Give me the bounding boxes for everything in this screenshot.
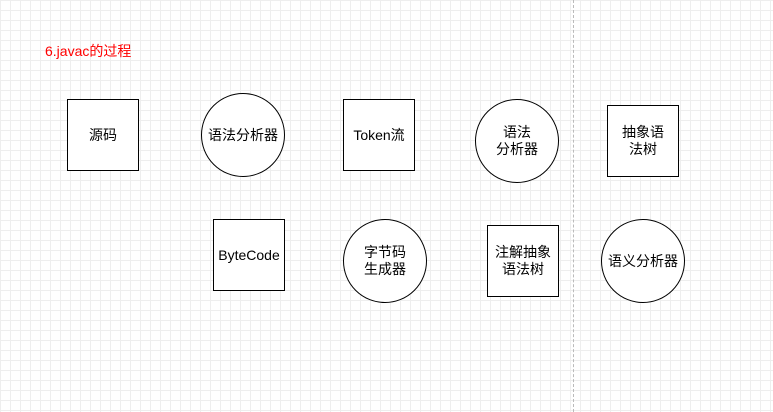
node-label: Token流 xyxy=(353,126,405,143)
node-label: ByteCode xyxy=(218,246,280,263)
node-label: 语义分析器 xyxy=(608,252,678,269)
dashed-divider-line xyxy=(573,0,574,412)
diagram-title: 6.javac的过程 xyxy=(45,43,132,59)
node-label: 语法分析器 xyxy=(208,126,278,143)
node-lexical-analyzer[interactable]: 语法分析器 xyxy=(201,93,285,177)
node-label: 字节码 生成器 xyxy=(364,244,406,277)
node-syntax-analyzer[interactable]: 语法 分析器 xyxy=(475,99,559,183)
node-label: 注解抽象 语法树 xyxy=(495,244,551,277)
diagram-canvas: 6.javac的过程 源码 语法分析器 Token流 语法 分析器 抽象语 法树… xyxy=(0,0,773,412)
node-semantic-analyzer[interactable]: 语义分析器 xyxy=(601,219,685,303)
node-label: 语法 分析器 xyxy=(496,124,538,157)
node-source-code[interactable]: 源码 xyxy=(67,99,139,171)
node-label: 源码 xyxy=(89,126,117,143)
node-token-stream[interactable]: Token流 xyxy=(343,99,415,171)
node-bytecode[interactable]: ByteCode xyxy=(213,219,285,291)
node-bytecode-generator[interactable]: 字节码 生成器 xyxy=(343,219,427,303)
node-annotated-syntax-tree[interactable]: 注解抽象 语法树 xyxy=(487,225,559,297)
node-label: 抽象语 法树 xyxy=(622,124,664,157)
node-abstract-syntax-tree[interactable]: 抽象语 法树 xyxy=(607,105,679,177)
